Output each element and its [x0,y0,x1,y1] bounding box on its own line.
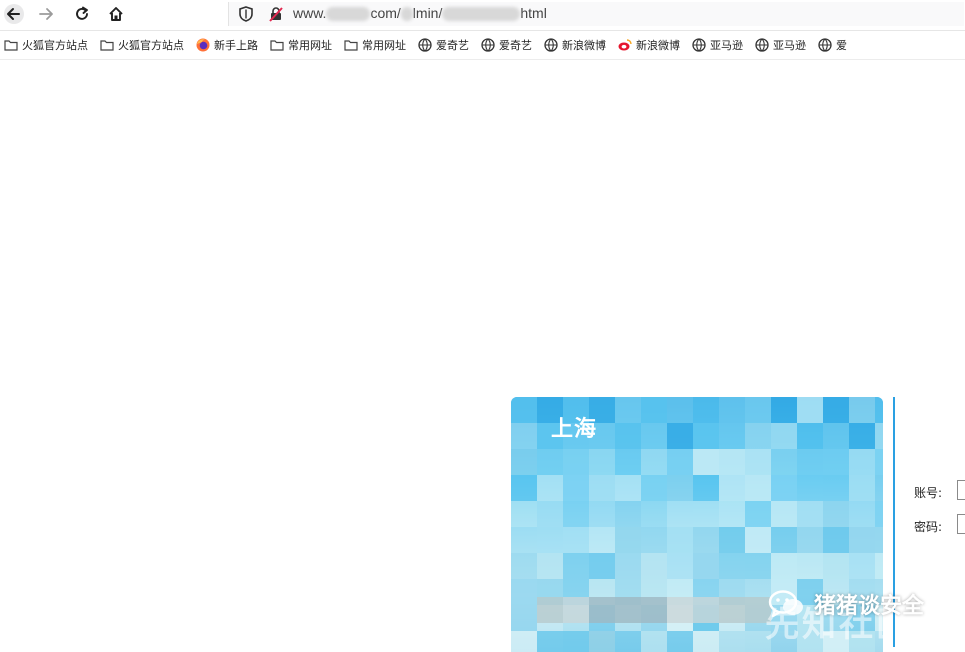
url-redaction [442,7,521,22]
wechat-icon [768,590,803,618]
url-mid2: lmin/ [412,5,443,21]
bookmark-item[interactable]: 火狐官方站点 [100,37,184,53]
forward-button[interactable] [34,3,58,25]
insecure-lock-icon[interactable] [267,5,285,23]
bookmark-label: 亚马逊 [710,39,743,52]
address-bar[interactable]: www. com/lmin/html [228,2,964,26]
bookmark-label: 火狐官方站点 [22,39,88,52]
url-suffix: html [520,5,547,21]
reload-icon [76,6,88,20]
back-button[interactable] [2,3,26,25]
bookmark-label: 火狐官方站点 [118,39,184,52]
bookmark-item[interactable]: 新浪微博 [544,37,606,53]
bookmark-label: 爱奇艺 [499,39,532,52]
url-redaction [326,7,371,22]
watermark-badge-text: 猪猪谈安全 [814,594,925,619]
bookmark-item[interactable]: 常用网址 [344,37,406,53]
bookmark-item[interactable]: 爱 [818,37,847,53]
bookmark-item[interactable]: 亚马逊 [692,37,743,53]
bookmark-label: 常用网址 [362,39,406,52]
bookmarks-toolbar: 火狐官方站点 火狐官方站点 新手上路 常用网址 常用网址 爱奇艺 爱奇艺 新浪微博 新浪微博 亚马… [0,31,965,60]
bookmark-item[interactable]: 新手上路 [196,37,258,53]
globe-icon [544,38,562,52]
card-title: 上海 [551,417,598,442]
bookmark-label: 新浪微博 [636,39,680,52]
bookmark-item[interactable]: 火狐官方站点 [4,37,88,53]
back-arrow-icon [4,4,24,24]
url-prefix: www. [293,5,327,21]
bookmark-label: 常用网址 [288,39,332,52]
bookmark-label: 新浪微博 [562,39,606,52]
bookmarks-list: 火狐官方站点 火狐官方站点 新手上路 常用网址 常用网址 爱奇艺 爱奇艺 新浪微博 新浪微博 亚马… [0,31,965,59]
password-label: 密码: [914,520,943,534]
bookmark-label: 新手上路 [214,39,258,52]
account-label: 账号: [914,486,943,500]
navigation-bar: www. com/lmin/html [0,0,965,31]
weibo-icon [618,38,636,52]
password-input[interactable] [957,514,965,534]
folder-icon [344,39,362,51]
url-text[interactable]: www. com/lmin/html [293,5,547,22]
bookmark-label: 爱奇艺 [436,39,469,52]
url-mid1: com/ [370,5,401,21]
firefox-icon [196,38,214,52]
folder-icon [270,39,288,51]
forward-arrow-icon [39,8,53,20]
url-redaction [400,7,413,22]
folder-icon [100,39,118,51]
watermark-badge: 猪猪谈安全 [768,588,924,620]
globe-icon [755,38,773,52]
globe-icon [692,38,710,52]
globe-icon [418,38,436,52]
shield-icon[interactable] [237,5,255,23]
home-icon [109,7,123,21]
bookmark-item[interactable]: 亚马逊 [755,37,806,53]
bookmark-label: 爱 [836,39,847,52]
folder-icon [4,39,22,51]
bookmark-item[interactable]: 常用网址 [270,37,332,53]
account-input[interactable] [957,480,965,500]
globe-icon [481,38,499,52]
bookmark-label: 亚马逊 [773,39,806,52]
globe-icon [818,38,836,52]
bookmark-item[interactable]: 新浪微博 [618,37,680,53]
reload-button[interactable] [70,3,94,25]
bookmark-item[interactable]: 爱奇艺 [418,37,469,53]
home-button[interactable] [104,3,128,25]
bookmark-item[interactable]: 爱奇艺 [481,37,532,53]
